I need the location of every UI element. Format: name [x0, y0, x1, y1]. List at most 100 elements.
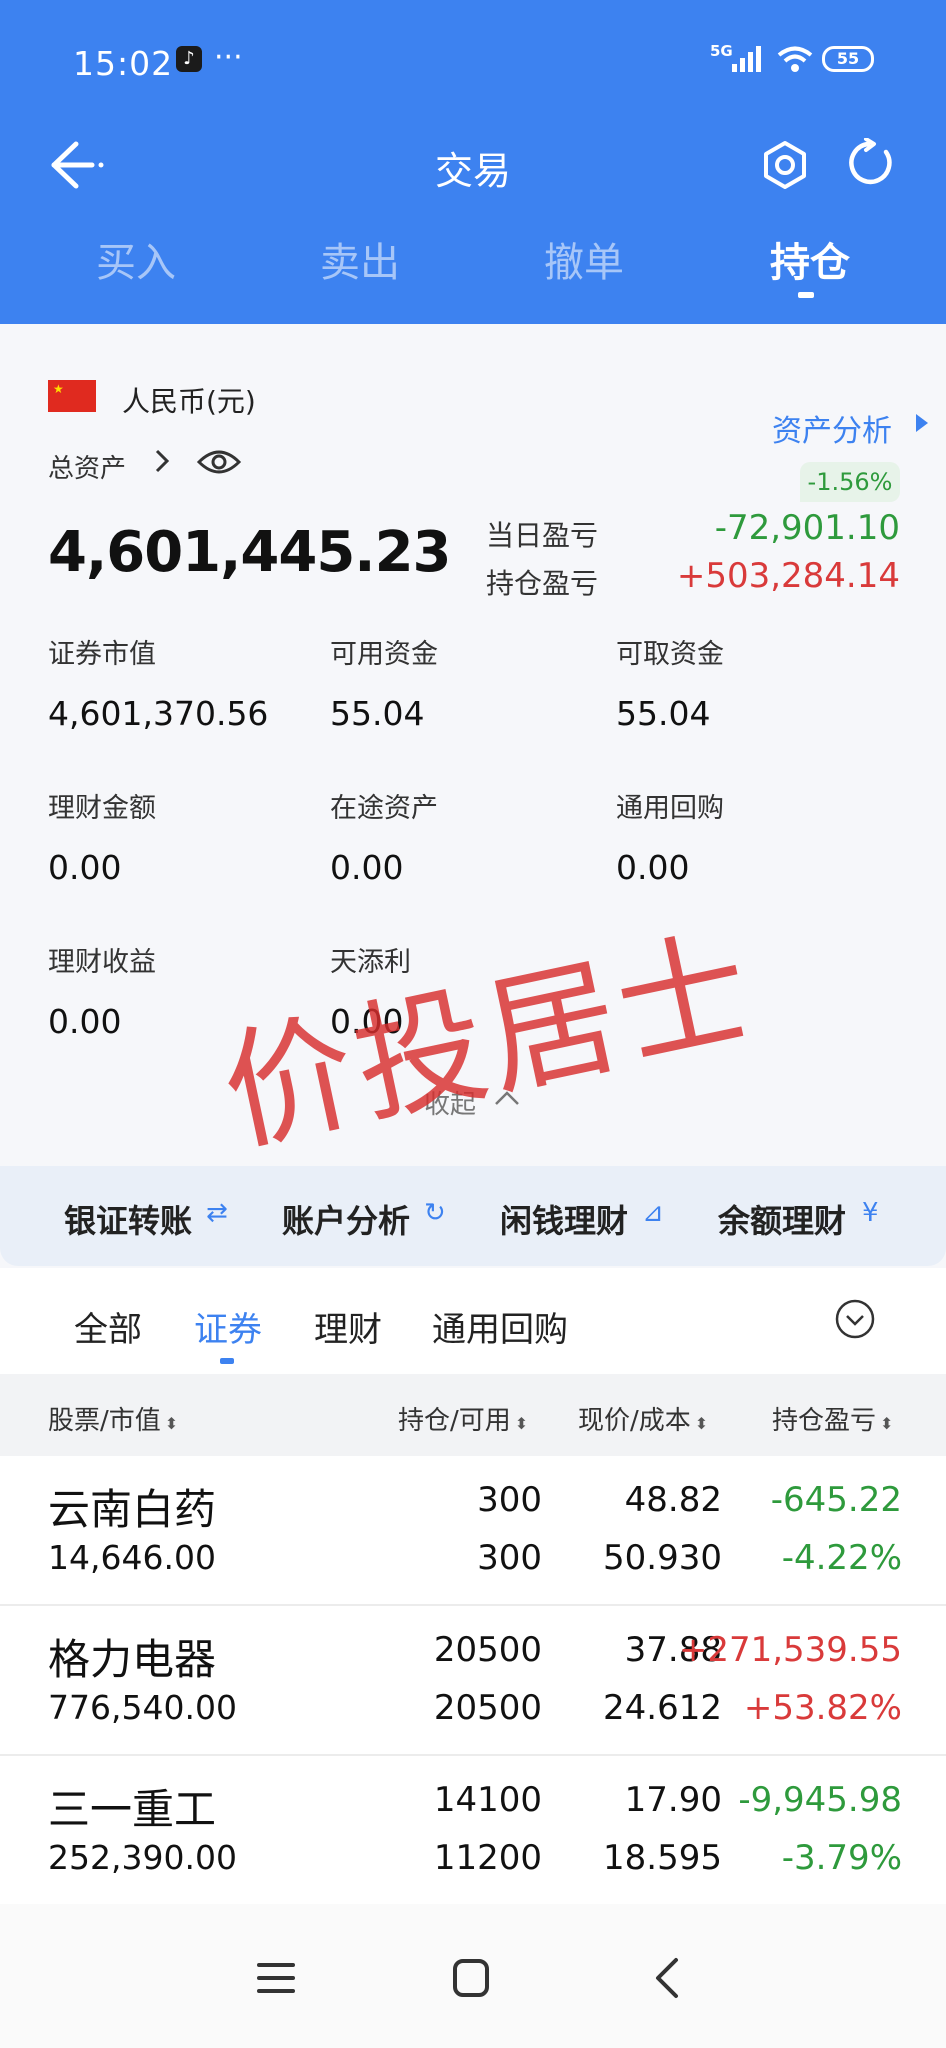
more-notifications-icon: ···	[214, 40, 243, 75]
cost-price: 24.612	[603, 1688, 722, 1728]
metric-value-general-repo: 0.00	[616, 848, 690, 887]
tiktok-icon: ♪	[176, 46, 202, 72]
asset-summary-card: ★ 人民币(元) 资产分析 总资产 -1.56% 4,601,445.23 当日…	[0, 324, 946, 1268]
hold-pl-percent: -3.79%	[781, 1838, 902, 1878]
metric-value-wealth-amount: 0.00	[48, 848, 122, 887]
available-qty: 11200	[433, 1838, 542, 1878]
metric-label-available-funds: 可用资金	[330, 639, 438, 670]
tab-cancel[interactable]: 撤单	[514, 230, 654, 288]
metric-label-wealth-amount: 理财金额	[48, 793, 156, 824]
total-assets-value: 4,601,445.23	[48, 520, 452, 585]
stock-market-value: 252,390.00	[48, 1838, 237, 1877]
table-row[interactable]: 三一重工 252,390.00 14100 11200 17.90 18.595…	[0, 1756, 946, 1906]
expand-circle-icon[interactable]	[834, 1298, 876, 1340]
battery-icon: 55	[822, 46, 874, 72]
wifi-icon	[777, 46, 813, 72]
total-assets-label[interactable]: 总资产	[48, 448, 126, 485]
refresh-icon[interactable]	[846, 138, 896, 188]
sort-icon: ⬍	[880, 1414, 894, 1433]
signal-icon	[732, 46, 761, 72]
tab-sell[interactable]: 卖出	[290, 230, 430, 288]
analysis-icon: ↻	[424, 1198, 446, 1228]
day-pl-value: -72,901.10	[714, 508, 900, 548]
metric-label-general-repo: 通用回购	[616, 793, 724, 824]
trade-tabs: 买入 卖出 撤单 持仓	[0, 230, 946, 310]
tab-buy[interactable]: 买入	[66, 230, 206, 288]
quick-action-bank-transfer[interactable]: 银证转账	[64, 1196, 192, 1242]
hold-pl-amount: -9,945.98	[738, 1780, 902, 1820]
china-flag-icon: ★	[48, 380, 96, 412]
chevron-right-icon[interactable]	[150, 446, 174, 476]
current-price: 48.82	[624, 1480, 722, 1520]
app-header: 15:02 ♪ ··· 5G 55 交易 买入 卖出 撤单 持仓	[0, 0, 946, 324]
sub-tab-securities[interactable]: 证券	[194, 1302, 262, 1351]
status-bar: 15:02 ♪ ··· 5G 55	[0, 38, 946, 94]
sub-tab-wealth[interactable]: 理财	[314, 1302, 382, 1351]
sort-icon: ⬍	[164, 1414, 179, 1433]
hold-qty: 14100	[433, 1780, 542, 1820]
table-row[interactable]: 云南白药 14,646.00 300 300 48.82 50.930 -645…	[0, 1456, 946, 1606]
metric-value-wealth-income: 0.00	[48, 1002, 122, 1041]
quick-action-balance-finance[interactable]: 余额理财	[718, 1196, 846, 1242]
metric-value-in-transit-assets: 0.00	[330, 848, 404, 887]
home-icon[interactable]	[452, 1958, 490, 1998]
sort-icon: ⬍	[694, 1414, 709, 1433]
header-hold-available[interactable]: 持仓/可用 ⬍	[398, 1400, 528, 1437]
hold-pl-amount: +271,539.55	[678, 1630, 902, 1670]
stock-market-value: 776,540.00	[48, 1688, 237, 1727]
metric-label-wealth-income: 理财收益	[48, 947, 156, 978]
holdings-sub-tabs: 全部 证券 理财 通用回购	[0, 1268, 946, 1374]
yen-icon: ¥	[862, 1198, 879, 1228]
play-arrow-icon	[916, 414, 928, 432]
currency-label: 人民币(元)	[122, 385, 256, 418]
asset-analysis-link[interactable]: 资产分析	[772, 406, 892, 450]
metric-label-in-transit-assets: 在途资产	[330, 793, 438, 824]
header-price-cost[interactable]: 现价/成本 ⬍	[578, 1400, 708, 1437]
stock-name: 云南白药	[48, 1485, 217, 1534]
hold-pl-label: 持仓盈亏	[486, 567, 599, 600]
metric-value-available-funds: 55.04	[330, 694, 425, 733]
table-row[interactable]: 格力电器 776,540.00 20500 20500 37.88 24.612…	[0, 1606, 946, 1756]
stock-market-value: 14,646.00	[48, 1538, 216, 1577]
active-tab-indicator	[798, 292, 814, 298]
quick-action-account-analysis[interactable]: 账户分析	[282, 1196, 410, 1242]
tab-holdings[interactable]: 持仓	[740, 230, 880, 288]
hold-pl-value: +503,284.14	[676, 556, 900, 596]
metric-label-securities-value: 证券市值	[48, 639, 156, 670]
metric-label-tiantianli: 天添利	[330, 947, 411, 978]
cost-price: 50.930	[603, 1538, 722, 1578]
sort-icon: ⬍	[514, 1414, 529, 1433]
available-qty: 300	[477, 1538, 542, 1578]
sub-tab-general-repo[interactable]: 通用回购	[432, 1302, 568, 1351]
hold-pl-percent: -4.22%	[781, 1538, 902, 1578]
eye-icon[interactable]	[196, 446, 242, 478]
hold-pl-percent: +53.82%	[743, 1688, 902, 1728]
available-qty: 20500	[433, 1688, 542, 1728]
sub-tab-all[interactable]: 全部	[74, 1302, 142, 1351]
chevron-up-icon[interactable]	[492, 1084, 522, 1114]
header-hold-pl[interactable]: 持仓盈亏 ⬍	[772, 1400, 893, 1437]
settings-gear-icon[interactable]	[760, 140, 810, 190]
stock-name: 格力电器	[48, 1635, 217, 1684]
hold-pl-amount: -645.22	[770, 1480, 902, 1520]
metric-value-securities-value: 4,601,370.56	[48, 694, 269, 733]
current-price: 17.90	[624, 1780, 722, 1820]
metric-label-withdrawable-funds: 可取资金	[616, 639, 724, 670]
header-stock-market-value[interactable]: 股票/市值 ⬍	[48, 1400, 178, 1437]
header-label: 现价/成本	[578, 1406, 691, 1436]
holdings-list: 云南白药 14,646.00 300 300 48.82 50.930 -645…	[0, 1456, 946, 1904]
nav-back-icon[interactable]	[652, 1956, 682, 2000]
holdings-table-header: 股票/市值 ⬍ 持仓/可用 ⬍ 现价/成本 ⬍ 持仓盈亏 ⬍	[0, 1374, 946, 1456]
system-nav-bar	[0, 1904, 946, 2048]
quick-actions-bar: 银证转账 ⇄ 账户分析 ↻ 闲钱理财 ⊿ 余额理财 ¥	[0, 1166, 946, 1266]
header-label: 股票/市值	[48, 1406, 161, 1436]
status-time: 15:02	[73, 44, 174, 83]
transfer-icon: ⇄	[206, 1198, 228, 1228]
watermark-stamp: 价投居士	[210, 910, 767, 1171]
day-pl-label: 当日盈亏	[486, 519, 599, 552]
collapse-button[interactable]: 收起	[424, 1084, 476, 1121]
hold-qty: 20500	[433, 1630, 542, 1670]
quick-action-idle-cash-finance[interactable]: 闲钱理财	[500, 1196, 628, 1242]
finance-icon: ⊿	[642, 1198, 664, 1228]
recent-apps-icon[interactable]	[256, 1960, 296, 1996]
